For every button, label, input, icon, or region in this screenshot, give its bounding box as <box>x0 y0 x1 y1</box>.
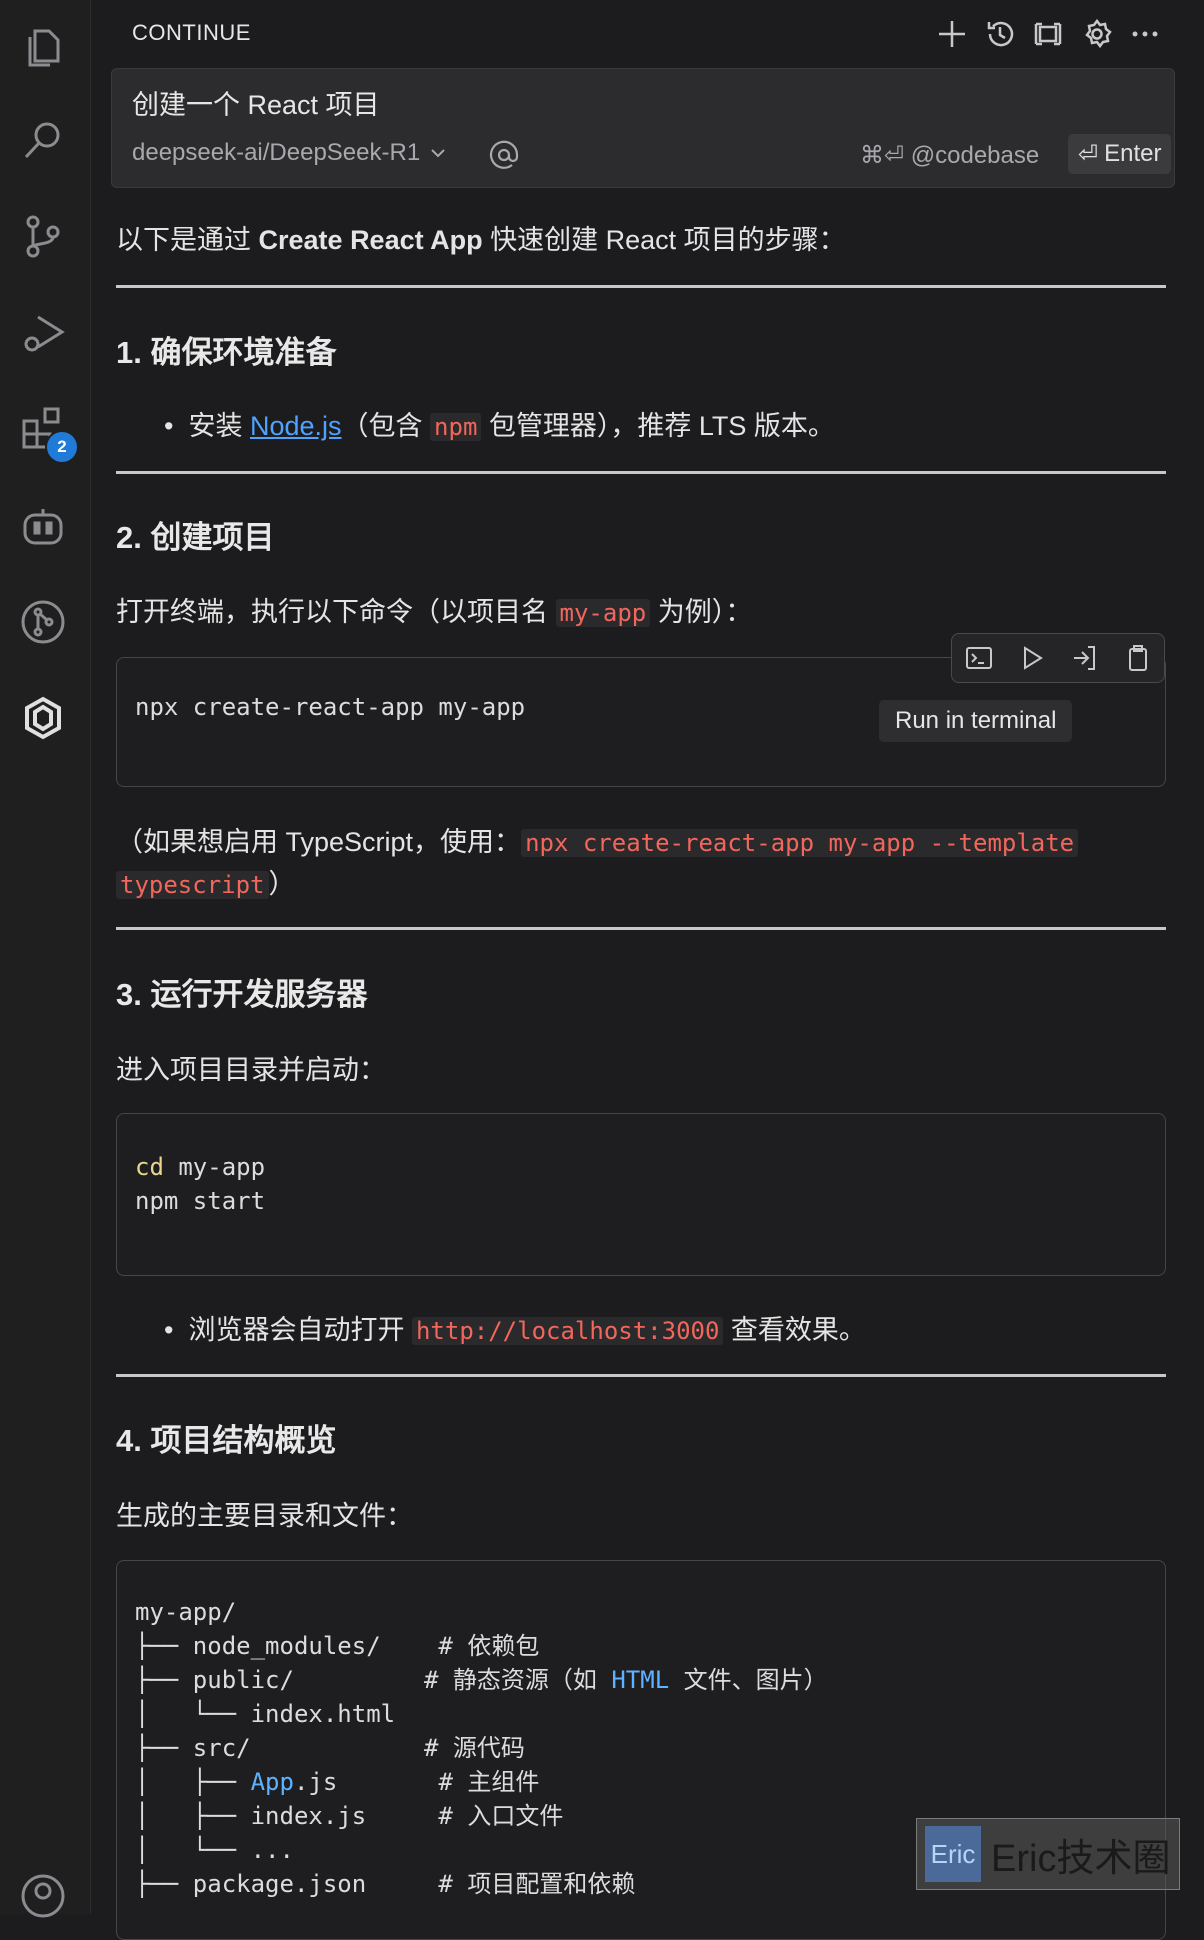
watermark: Eric Eric技术圈 <box>916 1818 1180 1890</box>
project-tree: my-app/ ├── node_modules/ # 依赖包 ├── publ… <box>135 1598 828 1898</box>
fullscreen-icon[interactable] <box>1028 14 1068 54</box>
section-2-heading: 2. 创建项目 <box>116 520 275 555</box>
copilot-icon[interactable] <box>17 500 69 552</box>
codebase-hint[interactable]: ⌘⏎ @codebase <box>860 141 1039 170</box>
localhost-url: http://localhost:3000 <box>411 1317 724 1345</box>
typescript-note-line2: typescript） <box>116 862 296 901</box>
nodejs-link[interactable]: Node.js <box>250 411 342 441</box>
watermark-logo: Eric <box>925 1826 981 1882</box>
intro-text: 以下是通过 Create React App 快速创建 React 项目的步骤： <box>116 225 846 255</box>
code-block-start[interactable]: cd my-app npm start <box>116 1113 1166 1276</box>
terminal-icon[interactable] <box>964 643 994 673</box>
explorer-icon[interactable] <box>17 20 69 72</box>
model-selector[interactable]: deepseek-ai/DeepSeek-R1 <box>132 139 448 167</box>
section-1-heading: 1. 确保环境准备 <box>116 335 337 370</box>
model-name: deepseek-ai/DeepSeek-R1 <box>132 139 421 166</box>
account-icon[interactable] <box>17 1870 69 1922</box>
divider <box>116 285 1166 288</box>
copy-clipboard-icon[interactable] <box>1123 643 1153 673</box>
search-icon[interactable] <box>17 114 69 166</box>
section-1-bullet: • 安装 Node.js（包含 npm 包管理器），推荐 LTS 版本。 <box>164 411 835 441</box>
code-start-commands: cd my-app npm start <box>135 1153 266 1215</box>
panel-title: CONTINUE <box>132 20 251 45</box>
chat-input-box[interactable]: 创建一个 React 项目 deepseek-ai/DeepSeek-R1 ⌘⏎… <box>111 68 1175 188</box>
panel-header: CONTINUE <box>91 0 1204 68</box>
git-graph-icon[interactable] <box>17 596 69 648</box>
chevron-down-icon <box>431 149 445 158</box>
more-actions-icon[interactable] <box>1125 14 1165 54</box>
enter-label: Enter <box>1104 140 1162 167</box>
source-control-icon[interactable] <box>17 210 69 262</box>
continue-panel: CONTINUE 创建一个 React 项目 deepseek-ai/DeepS… <box>91 0 1204 1940</box>
run-debug-icon[interactable] <box>17 306 69 358</box>
enter-return-icon: ⏎ <box>1078 140 1099 168</box>
run-in-terminal-tooltip: Run in terminal <box>879 700 1073 742</box>
divider <box>116 471 1166 474</box>
run-play-icon[interactable] <box>1017 643 1047 673</box>
code-create-command: npx create-react-app my-app <box>135 693 526 721</box>
section-3-text: 进入项目目录并启动： <box>116 1055 386 1085</box>
settings-gear-icon[interactable] <box>1077 14 1117 54</box>
intro-bold: Create React App <box>258 225 483 255</box>
new-session-icon[interactable] <box>932 14 972 54</box>
history-icon[interactable] <box>980 14 1020 54</box>
section-3-bullet: • 浏览器会自动打开 http://localhost:3000 查看效果。 <box>164 1315 866 1345</box>
section-4-heading: 4. 项目结构概览 <box>116 1423 337 1458</box>
typescript-note-line1: （如果想启用 TypeScript，使用： npx create-react-ap… <box>116 820 1079 859</box>
insert-at-cursor-icon[interactable] <box>1070 643 1100 673</box>
section-4-text: 生成的主要目录和文件： <box>116 1501 413 1531</box>
chat-input-text[interactable]: 创建一个 React 项目 <box>132 83 380 122</box>
divider <box>116 927 1166 930</box>
divider <box>116 1374 1166 1377</box>
section-2-text: 打开终端，执行以下命令（以项目名 my-app 为例）： <box>116 597 753 627</box>
activity-bar: 2 <box>0 0 91 1918</box>
watermark-text: Eric技术圈 <box>991 1837 1171 1880</box>
code-toolbar <box>951 633 1165 683</box>
mention-at-icon[interactable] <box>488 139 520 171</box>
enter-button[interactable]: ⏎ Enter <box>1068 134 1172 174</box>
section-3-heading: 3. 运行开发服务器 <box>116 977 368 1012</box>
extensions-badge: 2 <box>45 430 79 464</box>
continue-icon[interactable] <box>17 692 69 744</box>
